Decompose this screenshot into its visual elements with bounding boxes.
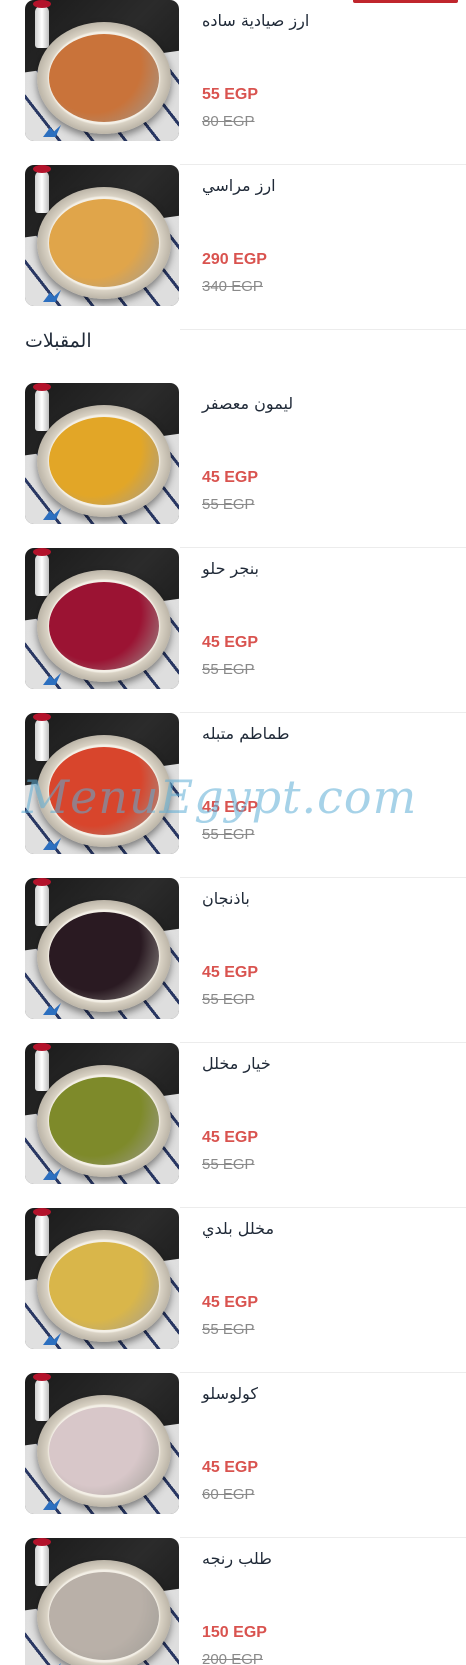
dish-image (25, 713, 179, 854)
dish-old-price: 340 EGP (202, 278, 263, 295)
dish-food (49, 1242, 159, 1330)
dish-food (49, 1572, 159, 1660)
dish-image (25, 1043, 179, 1184)
menu-item[interactable]: ارز مراسي 290 EGP 340 EGP (0, 165, 466, 330)
dish-image (25, 1538, 179, 1665)
dish-price: 45 EGP (202, 964, 259, 981)
dish-price: 45 EGP (202, 469, 259, 486)
dish-name: خيار مخلل (202, 1054, 271, 1073)
dish-old-price: 80 EGP (202, 113, 255, 130)
dish-name: ليمون معصفر (202, 394, 294, 413)
dish-name: كولوسلو (202, 1384, 258, 1403)
dish-image (25, 165, 179, 306)
dish-food (49, 199, 159, 287)
dish-image (25, 1208, 179, 1349)
vase-icon (33, 383, 51, 431)
dish-old-price: 55 EGP (202, 991, 255, 1008)
dish-image (25, 0, 179, 141)
dish-old-price: 55 EGP (202, 1156, 255, 1173)
menu-item[interactable]: خيار مخلل 45 EGP 55 EGP (0, 1043, 466, 1208)
dish-name: طلب رنجه (202, 1549, 272, 1568)
dish-price: 45 EGP (202, 634, 259, 651)
dish-price: 45 EGP (202, 1459, 259, 1476)
dish-food (49, 1077, 159, 1165)
menu-item[interactable]: باذنجان 45 EGP 55 EGP (0, 878, 466, 1043)
dish-food (49, 34, 159, 122)
dish-food (49, 912, 159, 1000)
dish-old-price: 55 EGP (202, 496, 255, 513)
menu-item[interactable]: ارز صيادية ساده 55 EGP 80 EGP (0, 0, 466, 165)
vase-icon (33, 0, 51, 48)
vase-icon (33, 165, 51, 213)
dish-price: 45 EGP (202, 799, 259, 816)
dish-old-price: 200 EGP (202, 1651, 263, 1665)
dish-food (49, 747, 159, 835)
menu-item[interactable]: كولوسلو 45 EGP 60 EGP (0, 1373, 466, 1538)
vase-icon (33, 713, 51, 761)
vase-icon (33, 1373, 51, 1421)
dish-price: 45 EGP (202, 1129, 259, 1146)
dish-food (49, 417, 159, 505)
dish-old-price: 55 EGP (202, 661, 255, 678)
divider (180, 329, 466, 330)
dish-old-price: 55 EGP (202, 826, 255, 843)
dish-price: 290 EGP (202, 251, 267, 268)
dish-name: طماطم متبله (202, 724, 290, 743)
dish-name: ارز صيادية ساده (202, 11, 310, 30)
dish-old-price: 60 EGP (202, 1486, 255, 1503)
menu-item[interactable]: طماطم متبله 45 EGP 55 EGP (0, 713, 466, 878)
menu-item[interactable]: ليمون معصفر 45 EGP 55 EGP (0, 383, 466, 548)
dish-image (25, 878, 179, 1019)
dish-name: مخلل بلدي (202, 1219, 275, 1238)
dish-food (49, 1407, 159, 1495)
vase-icon (33, 548, 51, 596)
menu-item[interactable]: طلب رنجه 150 EGP 200 EGP (0, 1538, 466, 1665)
vase-icon (33, 1538, 51, 1586)
dish-price: 45 EGP (202, 1294, 259, 1311)
dish-food (49, 582, 159, 670)
vase-icon (33, 1208, 51, 1256)
menu-item[interactable]: بنجر حلو 45 EGP 55 EGP (0, 548, 466, 713)
dish-name: باذنجان (202, 889, 250, 908)
dish-price: 150 EGP (202, 1624, 267, 1641)
dish-old-price: 55 EGP (202, 1321, 255, 1338)
vase-icon (33, 878, 51, 926)
menu-item[interactable]: مخلل بلدي 45 EGP 55 EGP (0, 1208, 466, 1373)
dish-image (25, 548, 179, 689)
vase-icon (33, 1043, 51, 1091)
dish-name: ارز مراسي (202, 176, 276, 195)
dish-image (25, 1373, 179, 1514)
dish-image (25, 383, 179, 524)
dish-name: بنجر حلو (202, 559, 259, 578)
dish-price: 55 EGP (202, 86, 259, 103)
section-title: المقبلات (25, 330, 92, 352)
